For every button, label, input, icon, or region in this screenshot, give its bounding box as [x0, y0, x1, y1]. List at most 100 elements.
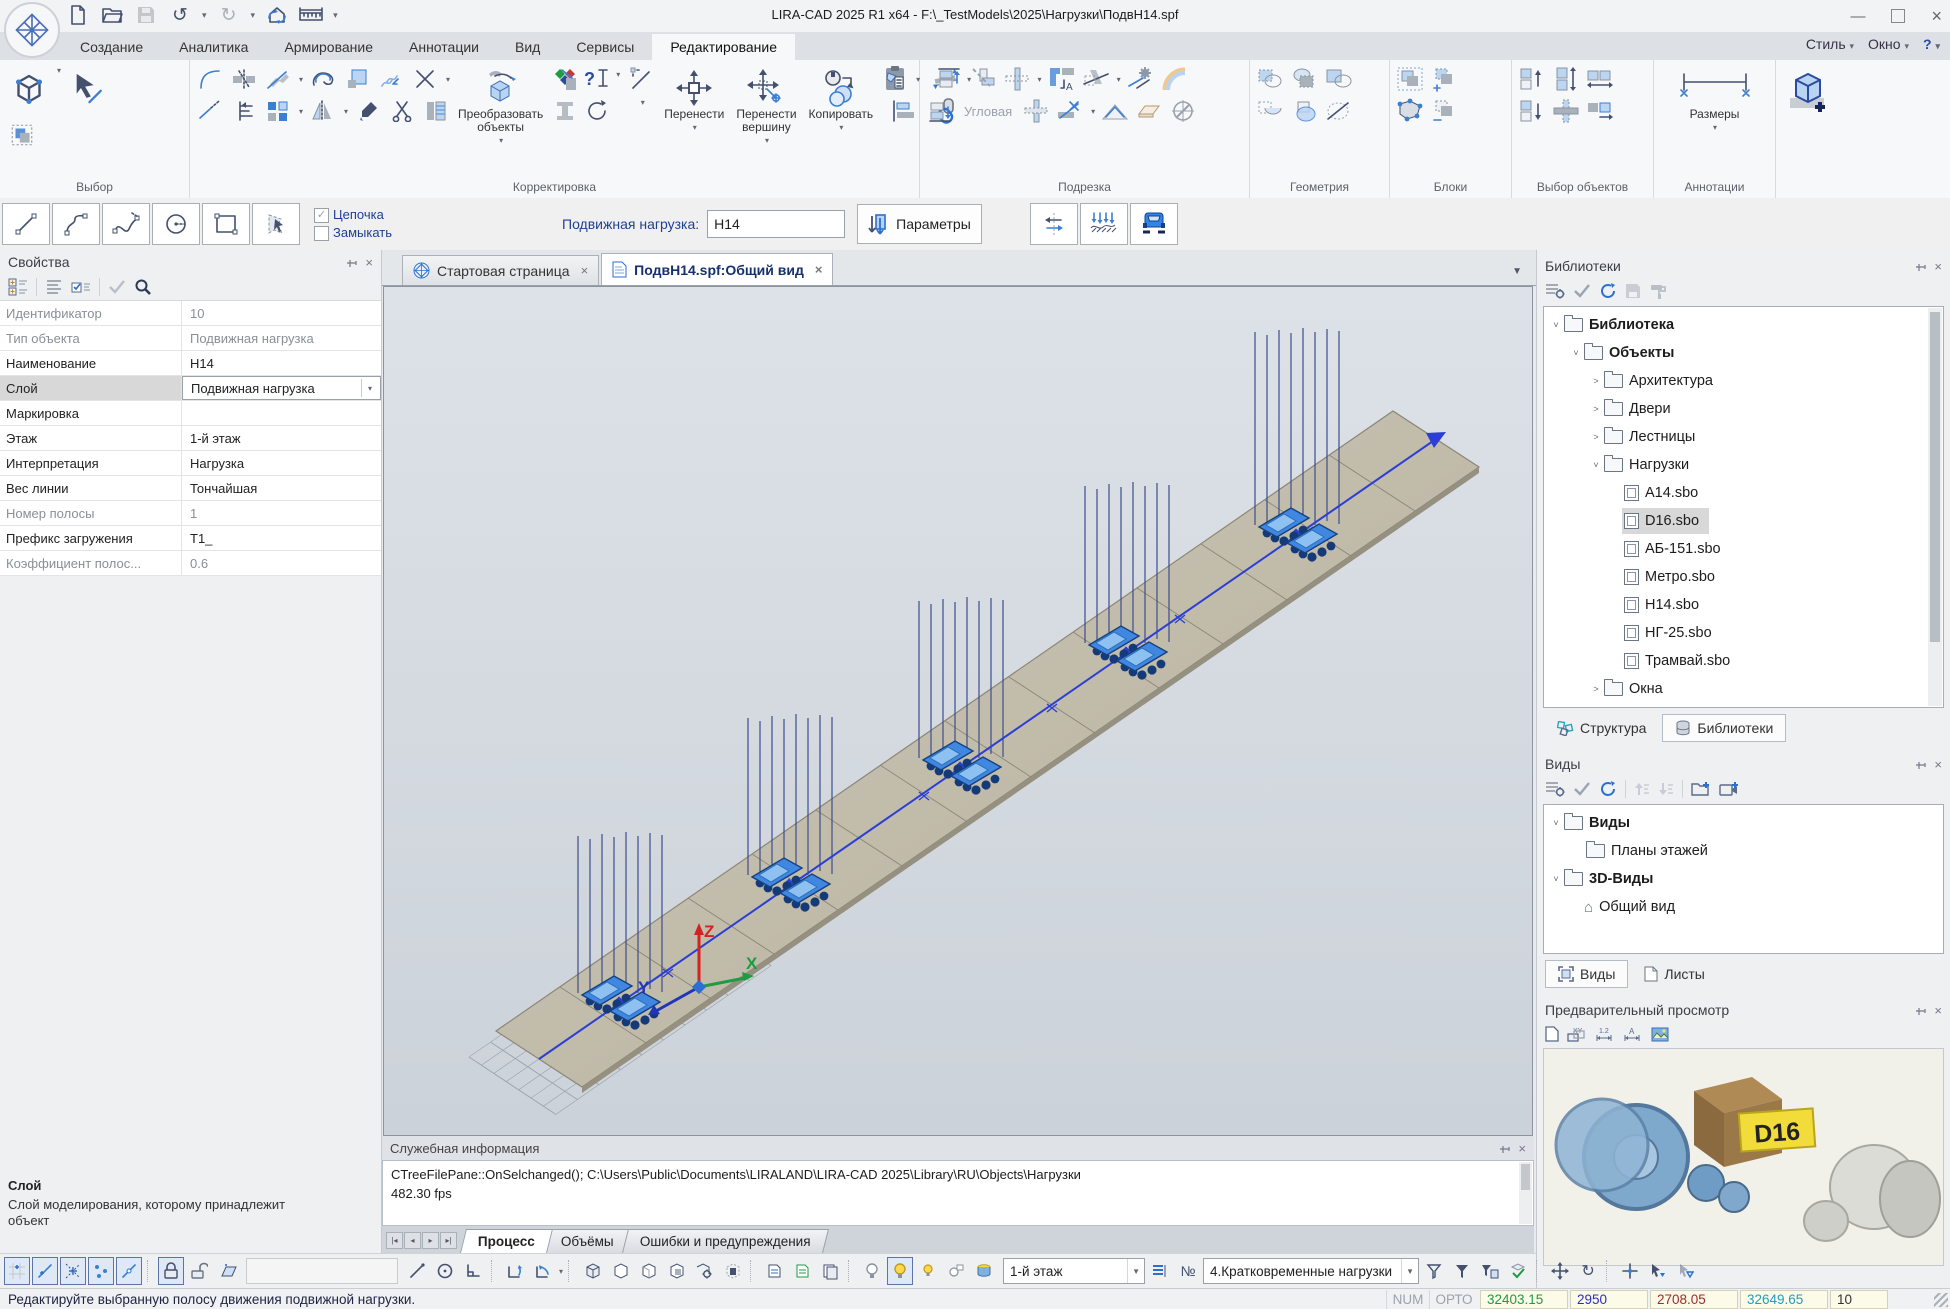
distributed-load-button[interactable]: [1080, 203, 1128, 245]
prop-row-marking[interactable]: Маркировка: [0, 401, 381, 426]
draw-circle-button[interactable]: [152, 203, 200, 245]
prop-row-name[interactable]: НаименованиеH14: [0, 351, 381, 376]
bulb-small-button[interactable]: [915, 1257, 941, 1285]
tree-item-loads[interactable]: ˅Нагрузки: [1550, 451, 1943, 479]
filter-on-button[interactable]: [1449, 1257, 1475, 1285]
mirror-button[interactable]: [309, 98, 337, 124]
bool-c-button[interactable]: [1324, 98, 1352, 124]
cut-button[interactable]: [388, 98, 416, 124]
bool-a-button[interactable]: [1256, 98, 1284, 124]
extend-down-button[interactable]: [926, 98, 954, 124]
bool-b-button[interactable]: [1290, 98, 1318, 124]
storey-mode-1-button[interactable]: [761, 1257, 787, 1285]
transform-objects-button[interactable]: Преобразовать объекты▾: [454, 66, 547, 149]
close-panel-icon[interactable]: ×: [365, 255, 373, 270]
close-button[interactable]: ×: [1931, 6, 1942, 27]
trim-text-button[interactable]: A: [1048, 66, 1076, 92]
box-settings-button[interactable]: [691, 1257, 717, 1285]
tab-views[interactable]: Виды: [1545, 960, 1628, 988]
prev-tab-icon[interactable]: ◂: [404, 1232, 421, 1249]
arc-wall-button[interactable]: [1161, 66, 1189, 92]
rotate-button[interactable]: [583, 98, 611, 124]
menu-help[interactable]: ? ▾: [1923, 36, 1940, 52]
preview-dim-icon[interactable]: 1.2: [1595, 1026, 1615, 1042]
draw-polyline-button[interactable]: [52, 203, 100, 245]
apply-check-icon[interactable]: [1573, 283, 1591, 299]
roof-button[interactable]: [1101, 98, 1129, 124]
bulb-on-button[interactable]: [887, 1257, 913, 1285]
prop-row-lane-factor[interactable]: Коэффициент полос...0.6: [0, 551, 381, 576]
filter-table-button[interactable]: [1477, 1257, 1503, 1285]
storey-mode-2-button[interactable]: [789, 1257, 815, 1285]
no-section-button[interactable]: [1169, 98, 1197, 124]
tree-item-ng25[interactable]: НГ-25.sbo: [1550, 619, 1943, 647]
trim-settings-button[interactable]: [1127, 66, 1155, 92]
alphabetical-view-icon[interactable]: [45, 278, 63, 296]
tree-item-metro[interactable]: Метро.sbo: [1550, 563, 1943, 591]
select-column-button[interactable]: [1552, 66, 1580, 92]
section-shape-button[interactable]: [551, 98, 579, 124]
moving-load-name-input[interactable]: H14: [707, 210, 845, 238]
box-clip-button[interactable]: [719, 1257, 745, 1285]
recolor-button[interactable]: [551, 66, 579, 92]
tree-item-objects[interactable]: ˅Объекты: [1550, 339, 1943, 367]
new-folder-icon[interactable]: [1691, 781, 1711, 797]
tab-list-dropdown[interactable]: ▼: [1512, 266, 1522, 277]
menu-style[interactable]: Стиль ▾: [1806, 36, 1854, 52]
preview-text-icon[interactable]: A: [1623, 1026, 1643, 1042]
select-cross-button[interactable]: [1552, 98, 1580, 124]
box-mode-2-button[interactable]: [607, 1257, 633, 1285]
select-below-button[interactable]: [1518, 98, 1546, 124]
close-panel-icon[interactable]: ×: [1934, 259, 1942, 274]
orbit-button[interactable]: ↻: [1575, 1257, 1601, 1285]
tree-item-stairs[interactable]: ˃Лестницы: [1550, 423, 1943, 451]
angular-trim-button[interactable]: Угловая: [960, 103, 1016, 120]
tree-item-h14[interactable]: Н14.sbo: [1550, 591, 1943, 619]
tree-item-library[interactable]: ˅Библиотека: [1550, 311, 1943, 339]
fillet-button[interactable]: [196, 66, 224, 92]
what-is-button[interactable]: ?: [583, 66, 611, 92]
box-mode-4-button[interactable]: [663, 1257, 689, 1285]
preview-image-icon[interactable]: [1651, 1027, 1669, 1042]
close-tab-icon[interactable]: ×: [581, 263, 589, 278]
visual-check-button[interactable]: [1505, 1257, 1531, 1285]
box-mode-1-button[interactable]: [579, 1257, 605, 1285]
snap-grid-toggle[interactable]: [4, 1257, 30, 1285]
tab-sheets[interactable]: Листы: [1632, 961, 1716, 987]
draw-rectangle-button[interactable]: [202, 203, 250, 245]
prop-row-line-weight[interactable]: Вес линииТончайшая: [0, 476, 381, 501]
tree-item-architecture[interactable]: ˃Архитектура: [1550, 367, 1943, 395]
tab-structure[interactable]: Структура: [1545, 715, 1658, 741]
vehicle-load-button[interactable]: [1130, 203, 1178, 245]
workplane-button[interactable]: [214, 1257, 240, 1285]
direction-button[interactable]: [628, 66, 656, 92]
explode-button[interactable]: [196, 98, 224, 124]
viewport-3d[interactable]: Z Y X: [383, 286, 1533, 1136]
tab-volumes[interactable]: Объёмы: [543, 1229, 632, 1253]
prop-row-lane-number[interactable]: Номер полосы1: [0, 501, 381, 526]
pin-icon[interactable]: [1915, 261, 1926, 272]
chain-checkbox[interactable]: ✓Цепочка: [314, 206, 392, 224]
select-above-button[interactable]: [1518, 66, 1546, 92]
tree-item-a14[interactable]: А14.sbo: [1550, 479, 1943, 507]
slab-button[interactable]: [1135, 98, 1163, 124]
view-settings-icon[interactable]: [1545, 781, 1565, 797]
cross-trim-button[interactable]: [1003, 66, 1031, 92]
pick-contour-button[interactable]: [252, 203, 300, 245]
parameters-button[interactable]: Параметры: [857, 204, 982, 244]
cursor-filter-button[interactable]: [1645, 1257, 1671, 1285]
snap-nearest-toggle[interactable]: [116, 1257, 142, 1285]
box-mode-3-button[interactable]: [635, 1257, 661, 1285]
select-overlap-button[interactable]: [8, 122, 36, 148]
rotate-ucs2-button[interactable]: [530, 1257, 556, 1285]
align-top-button[interactable]: [890, 98, 918, 124]
numbering-button[interactable]: №: [1175, 1257, 1201, 1285]
add-view-cube-button[interactable]: [1782, 66, 1836, 120]
storey-stack-button[interactable]: [817, 1257, 843, 1285]
tab-model-view[interactable]: ПодвН14.spf:Общий вид×: [601, 253, 833, 285]
tree-item-tram[interactable]: Трамвай.sbo: [1550, 647, 1943, 675]
snap-intersection-toggle[interactable]: [60, 1257, 86, 1285]
stretch-button[interactable]: [377, 66, 405, 92]
library-settings-icon[interactable]: [1545, 283, 1565, 299]
num-indicator[interactable]: NUM: [1386, 1290, 1429, 1309]
